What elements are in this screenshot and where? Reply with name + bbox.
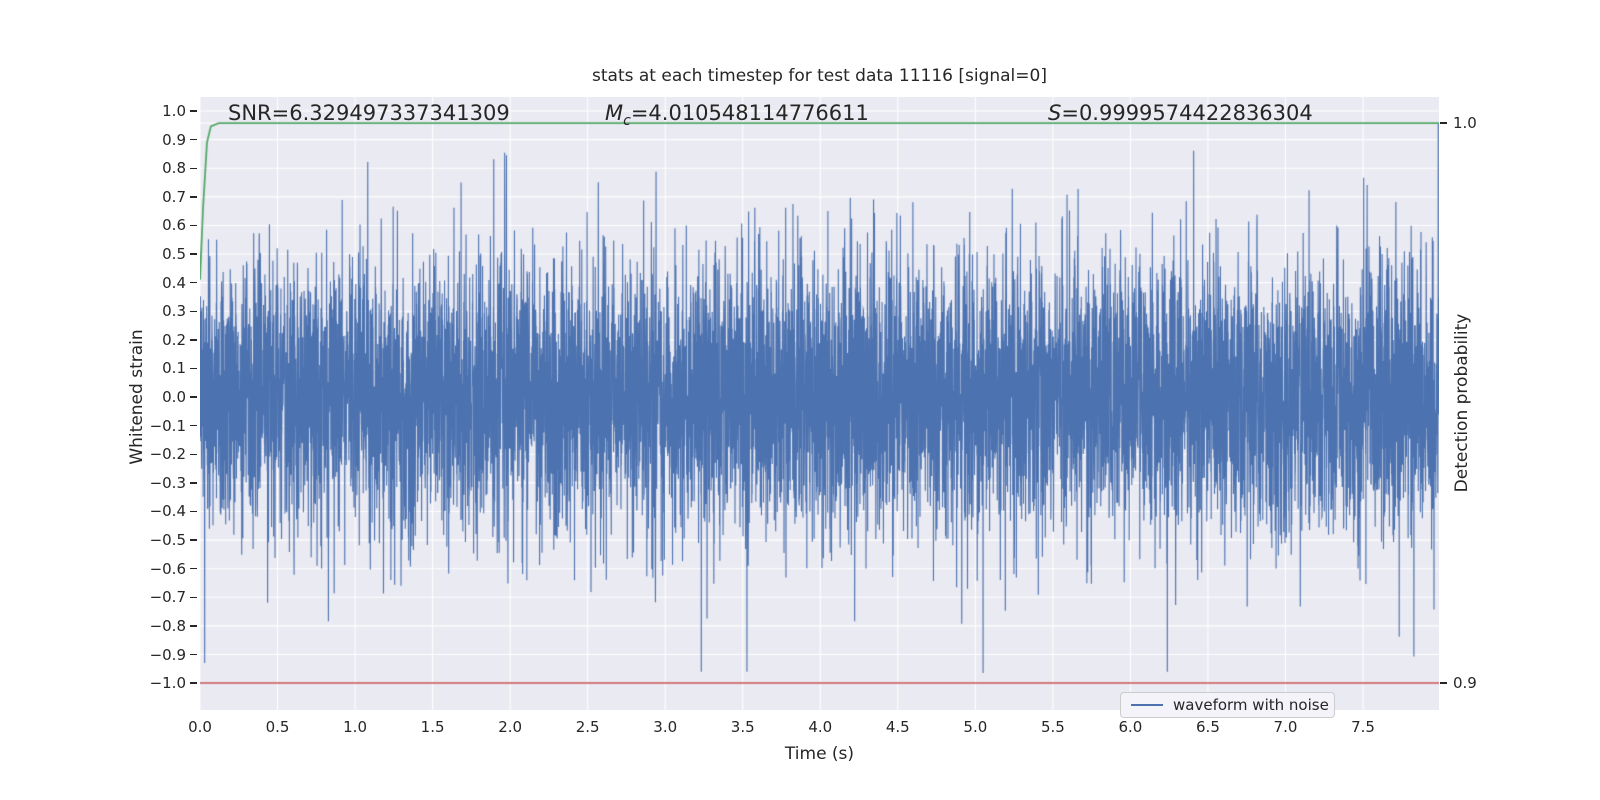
y-tick-label-left: −0.7 <box>149 588 186 607</box>
y-tick-label-left: 0.9 <box>162 130 186 149</box>
y-tick-mark-left <box>190 138 197 141</box>
y-tick-mark-left <box>190 482 197 484</box>
y-tick-mark-left <box>190 682 197 684</box>
figure: stats at each timestep for test data 111… <box>0 0 1600 800</box>
y-tick-mark-left <box>190 653 197 656</box>
y-tick-mark-left <box>190 367 197 370</box>
y-tick-label-left: 0.4 <box>162 273 186 292</box>
y-tick-mark-left <box>190 396 197 398</box>
legend: waveform with noise <box>1120 692 1335 718</box>
y-tick-label-left: 0.7 <box>162 187 186 206</box>
y-tick-mark-right <box>1440 682 1447 684</box>
x-tick-label: 7.5 <box>1351 718 1375 736</box>
y-tick-label-left: −0.4 <box>149 502 186 521</box>
y-tick-mark-left <box>190 625 197 627</box>
y-tick-mark-left <box>190 110 197 112</box>
x-tick-label: 2.5 <box>575 718 600 736</box>
chart-title: stats at each timestep for test data 111… <box>592 66 1047 86</box>
annotation-snr-value: =6.329497337341309 <box>271 101 510 125</box>
y-tick-label-left: 0.5 <box>162 245 186 264</box>
x-tick-label: 5.5 <box>1040 718 1065 736</box>
y-tick-mark-left <box>190 253 197 255</box>
annotation-mc: Mc=4.010548114776611 <box>605 101 869 129</box>
y-tick-label-left: 0.6 <box>162 216 186 235</box>
y-tick-mark-left <box>190 196 197 198</box>
y-tick-label-left: 0.8 <box>162 159 186 178</box>
x-tick-label: 4.5 <box>885 718 910 736</box>
y-axis-label-right: Detection probability <box>1452 313 1472 493</box>
legend-line-swatch <box>1131 704 1163 706</box>
annotation-snr: SNR=6.329497337341309 <box>228 101 510 125</box>
y-tick-label-left: 1.0 <box>162 102 186 121</box>
x-tick-label: 7.0 <box>1273 718 1298 736</box>
annotation-s: S=0.9999574422836304 <box>1048 101 1313 125</box>
y-tick-label-left: −0.8 <box>149 616 186 635</box>
x-tick-label: 0.5 <box>265 718 290 736</box>
x-tick-label: 6.5 <box>1196 718 1220 736</box>
y-tick-label-right: 0.9 <box>1453 674 1477 692</box>
y-tick-mark-left <box>190 339 197 341</box>
annotation-s-value: =0.9999574422836304 <box>1061 101 1313 125</box>
x-tick-label: 1.0 <box>343 718 367 736</box>
x-tick-label: 1.5 <box>420 718 445 736</box>
y-tick-mark-left <box>190 167 197 169</box>
x-tick-label: 3.5 <box>730 718 755 736</box>
y-tick-mark-left <box>190 596 197 598</box>
legend-label: waveform with noise <box>1173 696 1329 714</box>
annotation-mc-subscript: c <box>623 113 631 130</box>
y-tick-label-left: 0.0 <box>162 388 186 407</box>
y-tick-mark-left <box>190 281 197 284</box>
y-tick-mark-left <box>190 310 197 312</box>
y-tick-label-right: 1.0 <box>1453 113 1477 132</box>
y-tick-label-left: 0.2 <box>162 330 186 349</box>
y-tick-label-left: −0.5 <box>149 531 186 550</box>
y-tick-label-left: −0.9 <box>149 645 186 664</box>
y-tick-label-left: −0.1 <box>149 416 186 435</box>
y-axis-label-left: Whitened strain <box>127 329 147 465</box>
y-tick-mark-left <box>190 224 197 227</box>
annotation-s-prefix: S <box>1048 101 1062 125</box>
x-tick-label: 0.0 <box>188 718 212 736</box>
x-tick-label: 2.0 <box>498 718 523 736</box>
y-tick-label-left: −0.2 <box>149 445 186 464</box>
y-tick-label-left: 0.1 <box>162 359 186 378</box>
y-tick-mark-left <box>190 539 197 541</box>
plot-canvas <box>200 97 1439 710</box>
y-tick-mark-right <box>1440 122 1447 124</box>
y-tick-label-left: −0.3 <box>149 473 186 492</box>
x-tick-label: 4.0 <box>808 718 833 736</box>
y-tick-mark-left <box>190 453 197 455</box>
annotation-mc-value: =4.010548114776611 <box>630 101 869 125</box>
x-axis-label: Time (s) <box>784 744 855 764</box>
y-tick-mark-left <box>190 510 197 513</box>
x-tick-label: 5.0 <box>963 718 988 736</box>
y-tick-label-left: −0.6 <box>149 559 186 578</box>
y-tick-label-left: 0.3 <box>162 302 186 321</box>
annotation-mc-prefix: M <box>605 101 624 125</box>
y-tick-mark-left <box>190 567 197 570</box>
annotation-snr-prefix: SNR <box>228 101 272 125</box>
y-tick-mark-left <box>190 424 197 427</box>
x-tick-label: 3.0 <box>653 718 678 736</box>
y-tick-label-left: −1.0 <box>149 674 186 693</box>
x-tick-label: 6.0 <box>1118 718 1143 736</box>
